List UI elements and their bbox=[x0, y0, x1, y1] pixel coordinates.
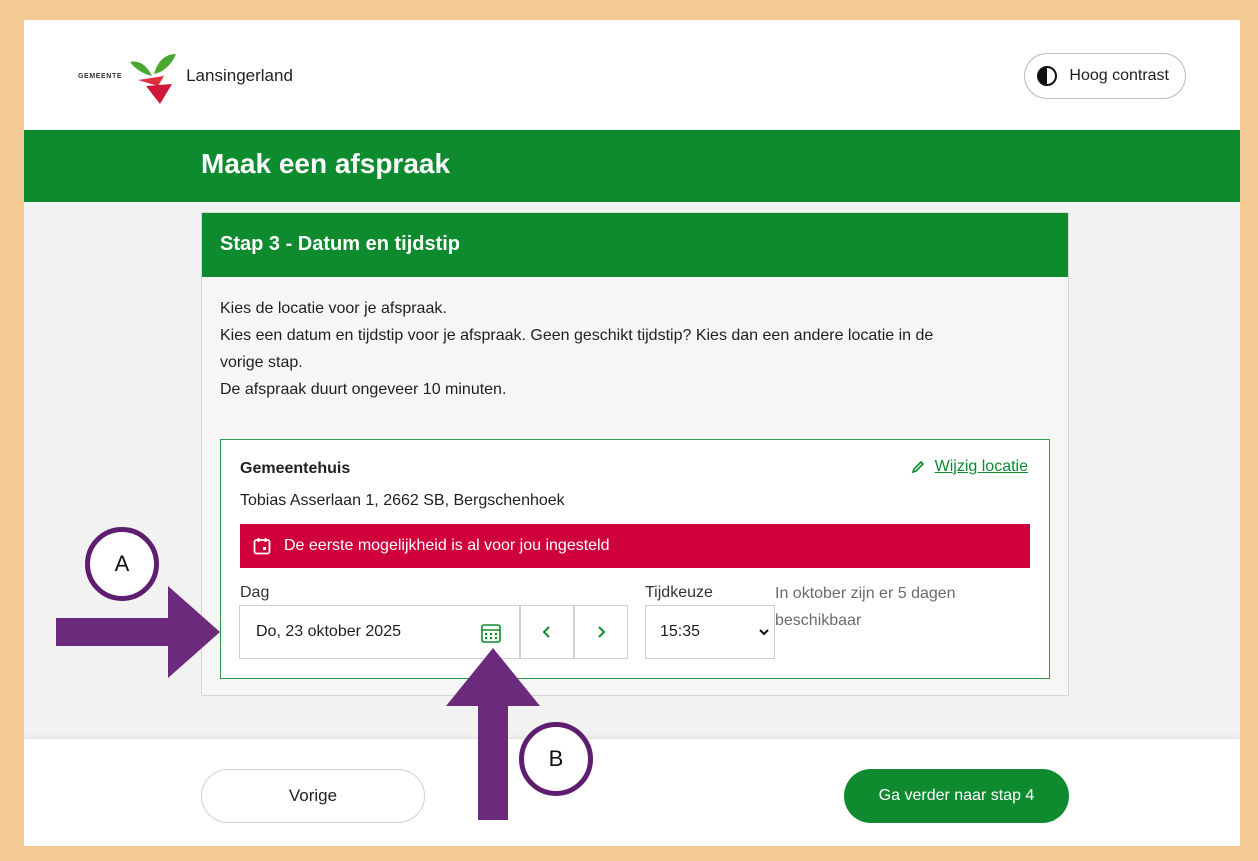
chevron-down-icon bbox=[759, 629, 769, 636]
date-value: Do, 23 oktober 2025 bbox=[256, 623, 401, 640]
day-label: Dag bbox=[240, 584, 270, 601]
calendar-icon bbox=[253, 538, 271, 555]
change-location-label: Wijzig locatie bbox=[934, 458, 1028, 475]
arrow-up-annotation-b bbox=[446, 648, 540, 820]
high-contrast-button[interactable]: Hoog contrast bbox=[1024, 53, 1186, 99]
time-value: 15:35 bbox=[660, 623, 701, 640]
arrow-right-annotation-a bbox=[56, 586, 220, 678]
calendar-picker-icon[interactable] bbox=[479, 621, 503, 645]
previous-button[interactable]: Vorige bbox=[201, 769, 425, 823]
availability-note: In oktober zijn er 5 dagen beschikbaar bbox=[775, 580, 1035, 634]
next-step-button[interactable]: Ga verder naar stap 4 bbox=[844, 769, 1069, 823]
location-address: Tobias Asserlaan 1, 2662 SB, Bergschenho… bbox=[240, 492, 565, 509]
intro-line: vorige stap. bbox=[220, 354, 303, 371]
step-title: Stap 3 - Datum en tijdstip bbox=[202, 213, 1068, 277]
location-box: Gemeentehuis Wijzig locatie Tobias Asser… bbox=[220, 439, 1050, 679]
chevron-right-icon bbox=[598, 626, 606, 638]
high-contrast-label: Hoog contrast bbox=[1069, 67, 1169, 84]
logo-name: Lansingerland bbox=[186, 66, 293, 85]
pencil-icon bbox=[911, 460, 924, 474]
top-bar: GEMEENTE Lansingerland Hoog contrast bbox=[24, 20, 1240, 130]
logo-prefix: GEMEENTE bbox=[78, 72, 123, 80]
availability-line: In oktober zijn er 5 dagen bbox=[775, 585, 956, 602]
change-location-link[interactable]: Wijzig locatie bbox=[911, 458, 1028, 476]
step-card: Stap 3 - Datum en tijdstip Kies de locat… bbox=[201, 212, 1069, 696]
annotation-b: B bbox=[519, 722, 593, 796]
page-title: Maak een afspraak bbox=[201, 148, 451, 179]
availability-line: beschikbaar bbox=[775, 612, 862, 629]
chevron-left-icon bbox=[542, 626, 550, 638]
hero-banner: Maak een afspraak bbox=[24, 130, 1240, 202]
footer-bar: Vorige Ga verder naar stap 4 bbox=[24, 738, 1240, 846]
alert-text: De eerste mogelijkheid is al voor jou in… bbox=[284, 537, 610, 554]
annotation-a: A bbox=[85, 527, 159, 601]
page-frame: GEMEENTE Lansingerland Hoog contrast Maa… bbox=[24, 20, 1240, 846]
contrast-icon bbox=[1037, 66, 1058, 86]
next-day-button[interactable] bbox=[574, 605, 628, 659]
location-name: Gemeentehuis bbox=[240, 460, 351, 477]
time-label: Tijdkeuze bbox=[645, 584, 713, 601]
step-intro: Kies de locatie voor je afspraak. Kies e… bbox=[202, 277, 1068, 403]
time-select[interactable]: 15:35 bbox=[645, 605, 775, 659]
first-availability-alert: De eerste mogelijkheid is al voor jou in… bbox=[240, 524, 1030, 568]
intro-line: Kies een datum en tijdstip voor je afspr… bbox=[220, 327, 934, 344]
municipality-logo[interactable]: GEMEENTE Lansingerland bbox=[78, 46, 293, 106]
intro-line: De afspraak duurt ongeveer 10 minuten. bbox=[220, 381, 507, 398]
logo-mark-icon bbox=[130, 54, 177, 104]
intro-line: Kies de locatie voor je afspraak. bbox=[220, 300, 447, 317]
